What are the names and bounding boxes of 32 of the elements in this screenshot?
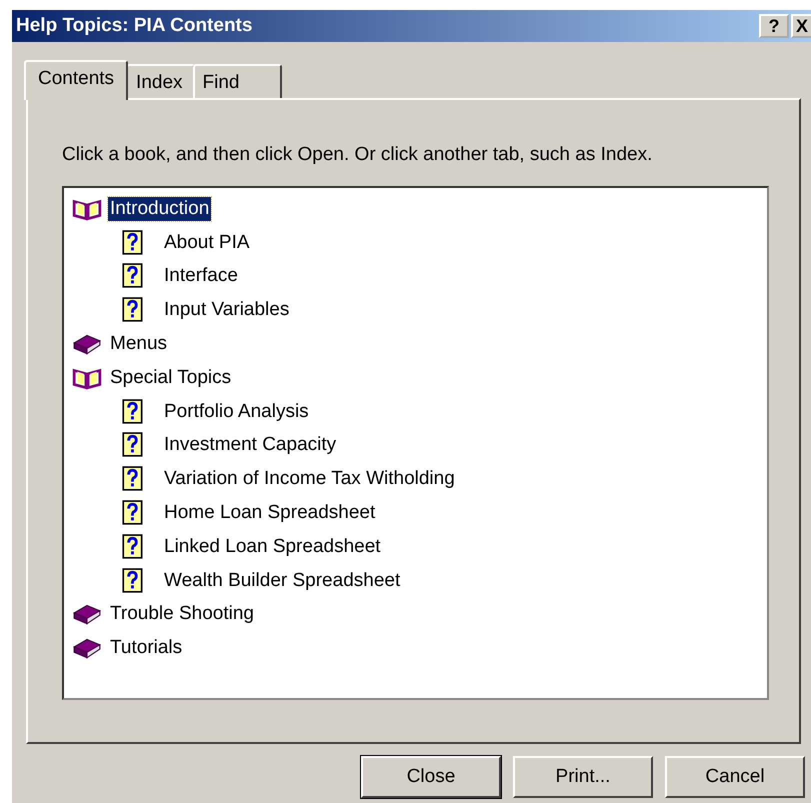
instruction-text: Click a book, and then click Open. Or click another tab, such as Index. xyxy=(62,144,654,166)
tree-item[interactable]: Menus xyxy=(108,332,170,356)
dialog-button[interactable]: Close xyxy=(361,756,501,798)
dialog-button[interactable]: Print... xyxy=(513,756,653,798)
tree-item[interactable]: About PIA xyxy=(162,230,252,255)
tab[interactable]: Contents xyxy=(24,60,128,100)
tree-item[interactable]: Portfolio Analysis xyxy=(162,400,311,424)
window-x-button[interactable]: X xyxy=(791,14,811,38)
tree-item[interactable]: Input Variables xyxy=(162,298,292,322)
help-page-icon xyxy=(122,500,144,526)
tab[interactable]: Find xyxy=(192,64,282,98)
tree-item[interactable]: Trouble Shooting xyxy=(108,602,256,626)
help-page-icon xyxy=(122,466,144,492)
tree-item[interactable]: Investment Capacity xyxy=(162,433,338,458)
tree-item[interactable]: Wealth Builder Spreadsheet xyxy=(162,568,402,593)
help-page-icon xyxy=(122,568,144,594)
tree-item[interactable]: Interface xyxy=(162,264,240,288)
help-page-icon xyxy=(122,263,144,290)
help-page-icon xyxy=(122,534,144,560)
help-page-icon xyxy=(122,398,144,425)
tree-item[interactable]: Linked Loan Spreadsheet xyxy=(162,534,383,559)
help-page-icon xyxy=(122,432,144,458)
tree-item[interactable]: Home Loan Spreadsheet xyxy=(162,501,378,526)
dialog-button[interactable]: Cancel xyxy=(665,756,805,798)
tree-item[interactable]: Special Topics xyxy=(108,366,234,390)
tree-item[interactable]: Introduction xyxy=(108,196,212,221)
tree-item[interactable]: Tutorials xyxy=(108,636,184,660)
help-page-icon xyxy=(122,297,144,324)
help-page-icon xyxy=(122,230,144,256)
window-title: Help Topics: PIA Contents xyxy=(15,15,252,37)
help-button[interactable]: ? xyxy=(759,14,789,38)
tree-item[interactable]: Variation of Income Tax Witholding xyxy=(162,467,457,492)
